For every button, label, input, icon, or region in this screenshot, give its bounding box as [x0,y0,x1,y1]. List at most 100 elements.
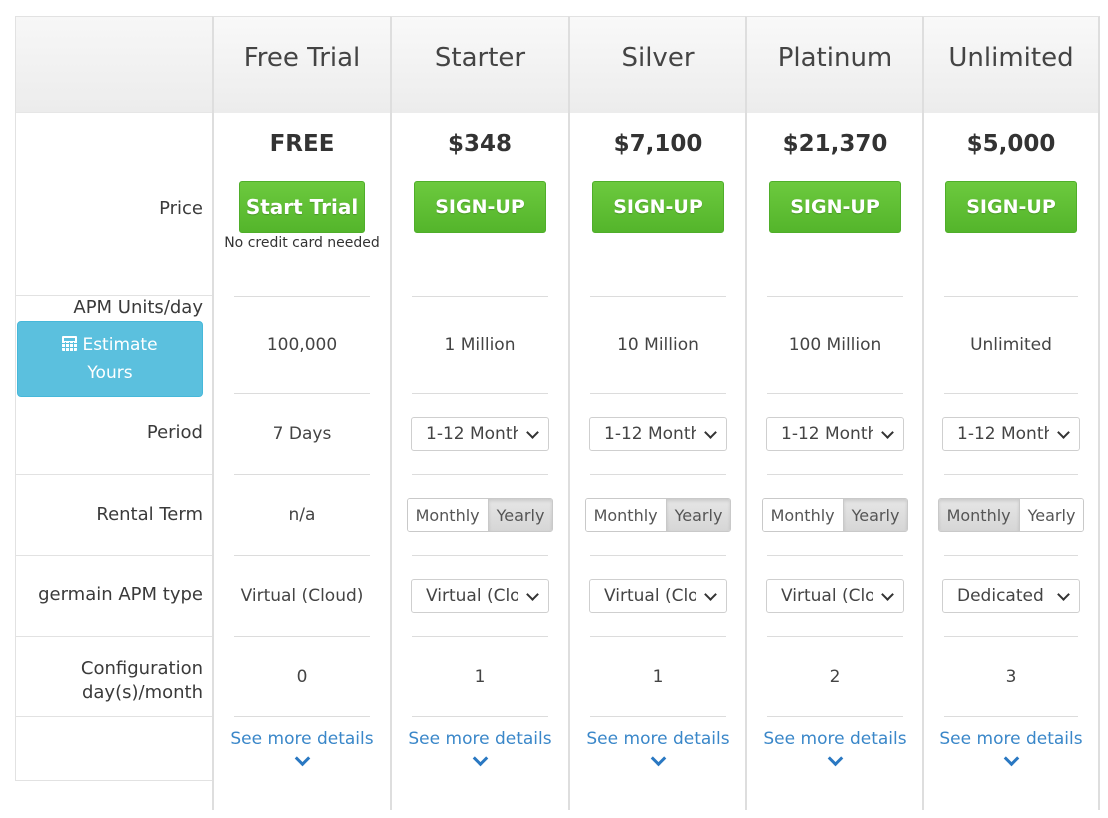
apm-type-select-value: Virtual (Cloud) [781,586,873,606]
row-label-rental-term: Rental Term [96,504,203,525]
rental-term-toggle: Monthly Yearly [761,498,909,532]
rental-term-toggle: Monthly Yearly [406,498,554,532]
see-more-details-label: See more details [408,729,552,749]
see-more-details-link[interactable]: See more details [924,729,1098,769]
apm-type-select[interactable]: Virtual (Cloud) [766,579,904,613]
period-cell: 1-12 Months [747,394,923,474]
plan-price: $5,000 [966,131,1056,157]
rental-term-cell: Monthly Yearly [924,475,1098,555]
rental-term-monthly[interactable]: Monthly [762,499,843,531]
rental-term-monthly[interactable]: Monthly [938,499,1019,531]
apm-type-value: Virtual (Cloud) [240,586,364,606]
calculator-icon [62,336,78,351]
sign-up-button[interactable]: SIGN-UP [414,181,546,233]
apm-units-value: 10 Million [617,335,699,355]
period-select[interactable]: 1-12 Months [942,417,1080,451]
apm-type-select-value: Virtual (Cloud) [604,586,696,606]
see-more-details-link[interactable]: See more details [747,729,923,769]
period-select-value: 1-12 Months [957,424,1049,444]
config-label-line2: day(s)/month [81,682,203,703]
rental-term-value: n/a [288,505,316,525]
row-label-column: Price APM Units/day Estimate Yours Perio… [15,16,213,781]
sign-up-button[interactable]: SIGN-UP [592,181,724,233]
period-cell: 1-12 Months [570,394,746,474]
estimate-label-line1: Estimate [82,335,158,355]
chevron-down-icon [526,428,538,440]
apm-type-cell: Virtual (Cloud) [747,556,923,636]
apm-type-select-value: Virtual (Cloud) [426,586,518,606]
rental-term-yearly[interactable]: Yearly [842,499,908,531]
period-select[interactable]: 1-12 Months [589,417,727,451]
apm-type-select-value: Dedicated [957,586,1044,606]
estimate-yours-button[interactable]: Estimate Yours [17,321,203,397]
apm-units-value: 100 Million [788,335,882,355]
rental-term-monthly[interactable]: Monthly [585,499,666,531]
rental-term-cell: Monthly Yearly [570,475,746,555]
row-divider [16,555,213,556]
apm-type-select[interactable]: Dedicated [942,579,1080,613]
row-divider [234,716,370,717]
period-select-value: 1-12 Months [604,424,696,444]
plan-price: $7,100 [613,131,703,157]
chevron-down-icon [526,590,538,602]
config-label-line1: Configuration [80,658,203,679]
chevron-down-icon [473,755,487,769]
row-label-configuration: Configuration day(s)/month [16,649,203,705]
config-days-value: 2 [829,667,841,687]
chevron-down-icon [1057,590,1069,602]
rental-term-monthly[interactable]: Monthly [407,499,488,531]
no-credit-card-note: No credit card needed [224,235,380,251]
apm-type-cell: Virtual (Cloud) [392,556,568,636]
period-select[interactable]: 1-12 Months [766,417,904,451]
rental-term-yearly[interactable]: Yearly [665,499,731,531]
period-select[interactable]: 1-12 Months [411,417,549,451]
apm-units-value: 100,000 [266,335,338,355]
plan-column-silver: Silver $7,100 SIGN-UP 10 Million 1-12 Mo… [568,16,746,810]
row-label-apm-units: APM Units/day [73,297,203,318]
rental-term-yearly[interactable]: Yearly [1018,499,1084,531]
label-column-header [16,17,213,113]
chevron-down-icon [651,755,665,769]
chevron-down-icon [295,755,309,769]
rental-term-cell: Monthly Yearly [747,475,923,555]
config-days-value: 1 [474,667,486,687]
row-label-price: Price [159,198,203,219]
apm-type-cell: Dedicated [924,556,1098,636]
period-cell: 1-12 Months [924,394,1098,474]
plan-name: Unlimited [924,17,1098,113]
plan-name: Starter [392,17,568,113]
estimate-label-line2: Yours [87,363,133,383]
plan-price: FREE [269,131,335,157]
see-more-details-link[interactable]: See more details [214,729,390,769]
plan-price: $21,370 [782,131,888,157]
period-cell: 1-12 Months [392,394,568,474]
period-select-value: 1-12 Months [426,424,518,444]
apm-type-select[interactable]: Virtual (Cloud) [411,579,549,613]
row-divider [944,716,1078,717]
start-trial-button[interactable]: Start Trial [239,181,365,233]
chevron-down-icon [704,590,716,602]
chevron-down-icon [1004,755,1018,769]
see-more-details-link[interactable]: See more details [570,729,746,769]
apm-type-select[interactable]: Virtual (Cloud) [589,579,727,613]
config-days-value: 3 [1005,667,1017,687]
plan-column-starter: Starter $348 SIGN-UP 1 Million 1-12 Mont… [390,16,568,810]
row-divider [16,716,213,717]
see-more-details-label: See more details [586,729,730,749]
sign-up-button[interactable]: SIGN-UP [769,181,901,233]
rental-term-yearly[interactable]: Yearly [487,499,553,531]
chevron-down-icon [881,590,893,602]
chevron-down-icon [704,428,716,440]
plan-name: Silver [570,17,746,113]
plan-column-platinum: Platinum $21,370 SIGN-UP 100 Million 1-1… [745,16,923,810]
plan-column-free-trial: Free Trial FREE Start Trial No credit ca… [212,16,390,810]
config-days-value: 0 [296,667,308,687]
see-more-details-link[interactable]: See more details [392,729,568,769]
row-divider [412,716,548,717]
see-more-details-label: See more details [939,729,1083,749]
row-divider [16,636,213,637]
apm-units-value: Unlimited [970,335,1052,355]
see-more-details-label: See more details [763,729,907,749]
sign-up-button[interactable]: SIGN-UP [945,181,1077,233]
row-label-period: Period [146,422,203,443]
